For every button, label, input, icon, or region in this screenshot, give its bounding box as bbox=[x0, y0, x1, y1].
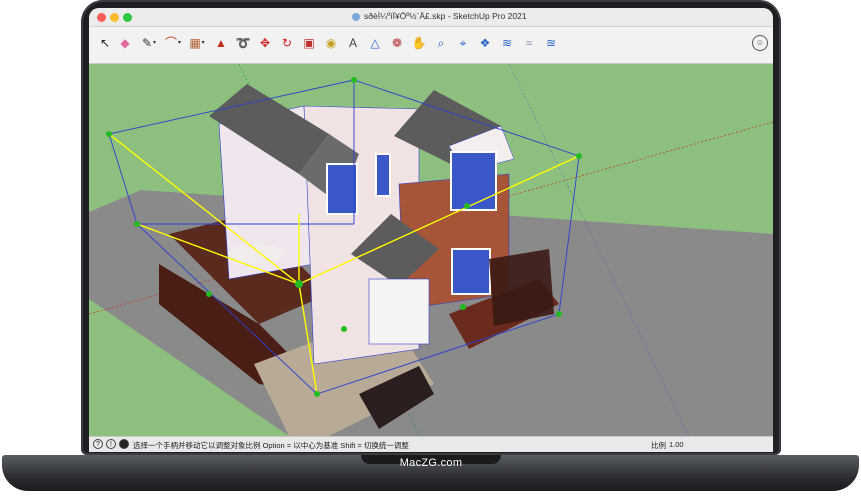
dropdown-caret-icon[interactable]: ▾ bbox=[178, 35, 181, 51]
extension-warehouse-icon[interactable]: ❖ bbox=[477, 35, 493, 51]
layout-icon[interactable]: ≊ bbox=[543, 35, 559, 51]
user-account-icon[interactable]: ☺ bbox=[752, 35, 768, 51]
title-bar[interactable]: sðèÌ¼ºìÏ¥Öº½¨Ä£.skp - SketchUp Pro 2021 bbox=[89, 8, 773, 27]
window-right-upper bbox=[450, 151, 497, 211]
pan-tool-icon[interactable]: ✋ bbox=[411, 35, 427, 51]
follow-me-tool-icon[interactable]: ➰ bbox=[235, 35, 251, 51]
arc-tool-icon[interactable]: ⌒ ▾ bbox=[165, 35, 181, 51]
3d-warehouse-icon[interactable]: ≋ bbox=[499, 35, 515, 51]
tape-measure-tool-icon[interactable]: ◉ bbox=[323, 35, 339, 51]
zoom-window-button[interactable] bbox=[123, 13, 132, 22]
credits-icon[interactable]: ! bbox=[106, 439, 116, 449]
orbit-tool-icon[interactable]: ❁ bbox=[389, 35, 405, 51]
rotate-tool-icon[interactable]: ↻ bbox=[279, 35, 295, 51]
zoom-extents-tool-icon[interactable]: ⌖ bbox=[455, 35, 471, 51]
main-toolbar: ↖ ◆ ✎ ▾ ⌒ ▾ ▦ ▾ ▲ ➰ ✥ ↻ ▣ ◉ A △ ❁ ✋ ⌕ ⌖ ❖ ≋ ≈ ≊ bbox=[89, 27, 773, 64]
scale-tool-icon[interactable]: ▣ bbox=[301, 35, 317, 51]
measurement-label: 比例 bbox=[651, 441, 666, 450]
status-bar: ? ! 选择一个手柄并移动它以调整对象比例 Option = 以中心为基准 Sh… bbox=[89, 436, 773, 452]
select-tool-icon[interactable]: ↖ bbox=[97, 35, 113, 51]
dropdown-caret-icon[interactable]: ▾ bbox=[153, 35, 156, 51]
window-left-arch bbox=[326, 163, 358, 215]
minimize-window-button[interactable] bbox=[110, 13, 119, 22]
scene-canvas[interactable] bbox=[89, 64, 773, 436]
status-message: 选择一个手柄并移动它以调整对象比例 Option = 以中心为基准 Shift … bbox=[133, 441, 409, 450]
dropdown-caret-icon[interactable]: ▾ bbox=[202, 35, 205, 51]
user-icon[interactable] bbox=[119, 439, 129, 449]
rectangle-tool-icon[interactable]: ▦ ▾ bbox=[189, 35, 205, 51]
measurement-value[interactable]: 1.00 bbox=[669, 440, 684, 449]
push-pull-tool-icon[interactable]: ▲ bbox=[213, 35, 229, 51]
model-viewport[interactable] bbox=[89, 64, 773, 436]
fence-right bbox=[489, 249, 554, 326]
window-left-small bbox=[375, 153, 391, 197]
close-window-button[interactable] bbox=[97, 13, 106, 22]
move-tool-icon[interactable]: ✥ bbox=[257, 35, 273, 51]
document-icon bbox=[352, 13, 360, 21]
brand-watermark: MacZG.com bbox=[399, 457, 463, 469]
porch-door bbox=[368, 278, 430, 345]
window-title: sðèÌ¼ºìÏ¥Öº½¨Ä£.skp - SketchUp Pro 2021 bbox=[364, 11, 527, 21]
pencil-tool-icon[interactable]: ✎ ▾ bbox=[141, 35, 157, 51]
window-right-lower bbox=[451, 248, 491, 295]
info-icon[interactable]: ? bbox=[93, 439, 103, 449]
eraser-tool-icon[interactable]: ◆ bbox=[117, 35, 133, 51]
app-window: sðèÌ¼ºìÏ¥Öº½¨Ä£.skp - SketchUp Pro 2021 … bbox=[89, 8, 773, 452]
zoom-tool-icon[interactable]: ⌕ bbox=[433, 35, 449, 51]
sandbox-tool-icon[interactable]: ≈ bbox=[521, 35, 537, 51]
text-tool-icon[interactable]: A bbox=[345, 35, 361, 51]
paint-bucket-tool-icon[interactable]: △ bbox=[367, 35, 383, 51]
